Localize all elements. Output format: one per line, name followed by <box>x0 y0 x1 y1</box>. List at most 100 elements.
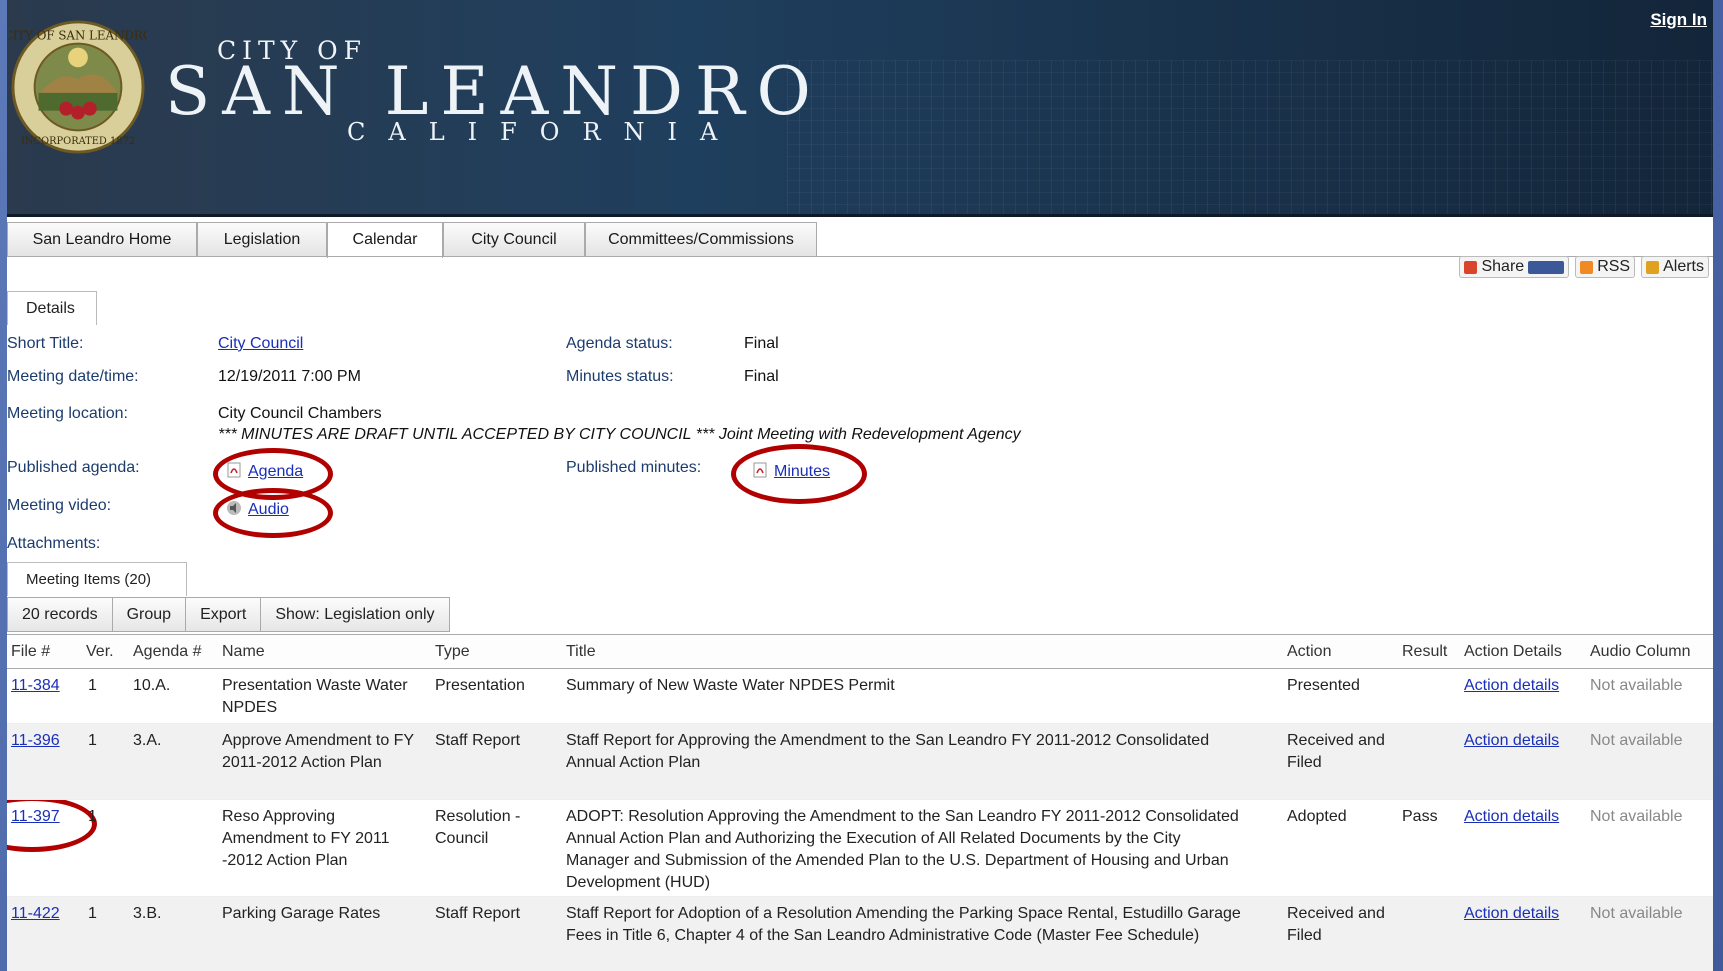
type-cell: Staff Report <box>435 732 521 749</box>
table-header: File # Ver. Agenda # Name Type Title Act… <box>7 634 1713 669</box>
tab-details[interactable]: Details <box>7 291 97 325</box>
alerts-button[interactable]: Alerts <box>1641 256 1709 278</box>
tab-calendar[interactable]: Calendar <box>327 222 443 258</box>
title-cell: Staff Report for Adoption of a Resolutio… <box>566 905 1241 944</box>
tab-meeting-items[interactable]: Meeting Items (20) <box>7 562 187 596</box>
minutes-status-value: Final <box>744 368 779 385</box>
table-row: 11-422 1 3.B. Parking Garage Rates Staff… <box>7 897 1713 971</box>
tab-committees-commissions[interactable]: Committees/Commissions <box>585 222 817 256</box>
city-seal-logo: CITY OF SAN LEANDRO INCORPORATED 1872 <box>9 20 147 154</box>
agenda-status-label: Agenda status: <box>566 335 673 352</box>
meeting-video-label: Meeting video: <box>7 497 112 514</box>
file-link[interactable]: 11-422 <box>11 903 60 925</box>
col-header-agenda[interactable]: Agenda # <box>133 641 202 663</box>
state-label: CALIFORNIA <box>347 118 741 146</box>
file-link[interactable]: 11-384 <box>11 675 60 697</box>
tab-san-leandro-home[interactable]: San Leandro Home <box>7 222 197 256</box>
short-title-link[interactable]: City Council <box>218 335 303 353</box>
main-nav-tabs: San Leandro Home Legislation Calendar Ci… <box>7 220 1713 258</box>
share-label: Share <box>1481 258 1525 275</box>
col-header-file[interactable]: File # <box>11 641 50 663</box>
col-header-type[interactable]: Type <box>435 641 470 663</box>
ver-cell: 1 <box>88 808 97 825</box>
action-details-link[interactable]: Action details <box>1464 806 1559 828</box>
browser-page: CITY OF SAN LEANDRO INCORPORATED 1872 CI… <box>7 0 1713 971</box>
meeting-datetime-label: Meeting date/time: <box>7 368 139 385</box>
short-title-label: Short Title: <box>7 335 84 352</box>
agenda-cell: 3.B. <box>133 905 162 922</box>
meeting-datetime-value: 12/19/2011 7:00 PM <box>218 368 361 385</box>
svg-text:INCORPORATED 1872: INCORPORATED 1872 <box>21 136 135 147</box>
meeting-location-value: City Council Chambers <box>218 405 382 422</box>
annotation-circle-audio <box>213 488 333 538</box>
col-header-name[interactable]: Name <box>222 641 265 663</box>
type-cell: Presentation <box>435 677 525 694</box>
svg-text:CITY OF SAN LEANDRO: CITY OF SAN LEANDRO <box>9 29 147 43</box>
col-header-title[interactable]: Title <box>566 641 596 663</box>
action-cell: Received and Filed <box>1287 905 1385 944</box>
type-cell: Staff Report <box>435 905 521 922</box>
action-cell: Adopted <box>1287 808 1347 825</box>
group-button[interactable]: Group <box>112 597 187 632</box>
title-cell: Summary of New Waste Water NPDES Permit <box>566 677 895 694</box>
action-cell: Presented <box>1287 677 1360 694</box>
annotation-circle-minutes <box>731 444 867 504</box>
name-cell: Reso Approving Amendment to FY 2011 -201… <box>222 808 390 869</box>
result-cell: Pass <box>1402 808 1438 825</box>
name-cell: Approve Amendment to FY 2011-2012 Action… <box>222 732 414 771</box>
col-header-result[interactable]: Result <box>1402 641 1447 663</box>
social-icons <box>1528 260 1565 274</box>
attachments-label: Attachments: <box>7 535 101 552</box>
col-header-ver[interactable]: Ver. <box>86 641 114 663</box>
tab-legislation[interactable]: Legislation <box>197 222 327 256</box>
tab-city-council[interactable]: City Council <box>443 222 585 256</box>
ver-cell: 1 <box>88 732 97 749</box>
meeting-location-label: Meeting location: <box>7 405 128 422</box>
audio-cell: Not available <box>1590 732 1683 749</box>
rss-icon <box>1580 260 1594 274</box>
share-toolbar: Share RSS Alerts <box>1459 256 1709 280</box>
audio-cell: Not available <box>1590 677 1683 694</box>
col-header-action-details[interactable]: Action Details <box>1464 641 1562 663</box>
export-button[interactable]: Export <box>186 597 262 632</box>
file-link[interactable]: 11-397 <box>11 806 60 828</box>
share-icon <box>1464 260 1478 274</box>
file-link[interactable]: 11-396 <box>11 730 60 752</box>
col-header-audio[interactable]: Audio Column <box>1590 641 1691 663</box>
published-minutes-label: Published minutes: <box>566 459 702 476</box>
minutes-status-label: Minutes status: <box>566 368 674 385</box>
sign-in-link[interactable]: Sign In <box>1650 10 1707 30</box>
grid-toolbar: 20 records Group Export Show: Legislatio… <box>7 597 450 632</box>
tabs-divider <box>7 256 1713 257</box>
action-details-link[interactable]: Action details <box>1464 903 1559 925</box>
rss-button[interactable]: RSS <box>1575 256 1636 278</box>
records-count: 20 records <box>7 597 113 632</box>
audio-cell: Not available <box>1590 905 1683 922</box>
action-details-link[interactable]: Action details <box>1464 675 1559 697</box>
name-cell: Presentation Waste Water NPDES <box>222 677 408 716</box>
meeting-items-table: File # Ver. Agenda # Name Type Title Act… <box>7 634 1713 971</box>
published-agenda-label: Published agenda: <box>7 459 140 476</box>
header-decoration <box>787 60 1713 214</box>
rss-label: RSS <box>1597 258 1631 275</box>
ver-cell: 1 <box>88 905 97 922</box>
audio-cell: Not available <box>1590 808 1683 825</box>
title-cell: Staff Report for Approving the Amendment… <box>566 732 1210 771</box>
agenda-status-value: Final <box>744 335 779 352</box>
share-button[interactable]: Share <box>1459 256 1570 278</box>
alerts-icon <box>1646 260 1660 274</box>
name-cell: Parking Garage Rates <box>222 905 381 922</box>
ver-cell: 1 <box>88 677 97 694</box>
action-details-link[interactable]: Action details <box>1464 730 1559 752</box>
type-cell: Resolution - Council <box>435 808 521 847</box>
show-filter-button[interactable]: Show: Legislation only <box>261 597 450 632</box>
site-header: CITY OF SAN LEANDRO INCORPORATED 1872 CI… <box>7 0 1713 217</box>
table-row: 11-397 1 Reso Approving Amendment to FY … <box>7 800 1713 897</box>
alerts-label: Alerts <box>1663 258 1704 275</box>
agenda-cell: 10.A. <box>133 677 171 694</box>
table-row: 11-384 1 10.A. Presentation Waste Water … <box>7 669 1713 724</box>
title-cell: ADOPT: Resolution Approving the Amendmen… <box>566 808 1239 891</box>
meeting-location-note: *** MINUTES ARE DRAFT UNTIL ACCEPTED BY … <box>218 426 1021 443</box>
agenda-cell: 3.A. <box>133 732 162 749</box>
col-header-action[interactable]: Action <box>1287 641 1331 663</box>
